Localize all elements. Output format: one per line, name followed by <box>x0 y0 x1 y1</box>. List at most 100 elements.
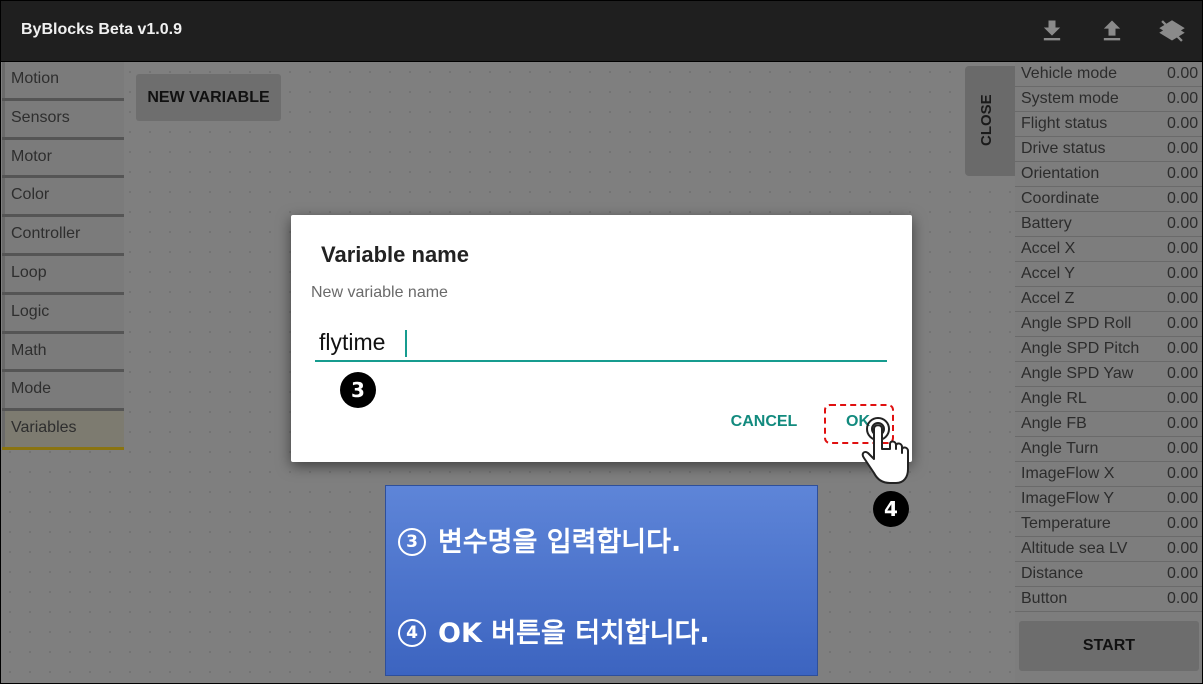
telemetry-value: 0.00 <box>1167 365 1199 382</box>
telemetry-row: Altitude sea LV 0.00 <box>1015 537 1203 562</box>
telemetry-value: 0.00 <box>1167 390 1199 407</box>
telemetry-value: 0.00 <box>1167 465 1199 482</box>
category-motor[interactable]: Motor <box>2 139 124 179</box>
telemetry-row: Accel X 0.00 <box>1015 237 1203 262</box>
telemetry-row: System mode 0.00 <box>1015 87 1203 112</box>
category-logic[interactable]: Logic <box>2 294 124 334</box>
telemetry-row: Flight status 0.00 <box>1015 112 1203 137</box>
telemetry-value: 0.00 <box>1167 165 1199 182</box>
telemetry-value: 0.00 <box>1167 440 1199 457</box>
telemetry-value: 0.00 <box>1167 140 1199 157</box>
telemetry-row: Drive status 0.00 <box>1015 137 1203 162</box>
telemetry-value: 0.00 <box>1167 215 1199 232</box>
telemetry-value: 0.00 <box>1167 590 1199 607</box>
download-icon[interactable] <box>1038 17 1066 45</box>
telemetry-row: ImageFlow Y 0.00 <box>1015 487 1203 512</box>
telemetry-value: 0.00 <box>1167 340 1199 357</box>
telemetry-value: 0.00 <box>1167 90 1199 107</box>
category-variables[interactable]: Variables <box>2 411 124 450</box>
upload-icon[interactable] <box>1098 17 1126 45</box>
telemetry-row: Vehicle mode 0.00 <box>1015 62 1203 87</box>
telemetry-row: Angle SPD Pitch 0.00 <box>1015 337 1203 362</box>
close-tab[interactable]: CLOSE <box>965 66 1015 176</box>
telemetry-row: Angle FB 0.00 <box>1015 412 1203 437</box>
telemetry-name: Coordinate <box>1021 190 1100 207</box>
telemetry-row: ImageFlow X 0.00 <box>1015 462 1203 487</box>
category-list: Motion Sensors Motor Color Controller Lo… <box>2 62 124 450</box>
telemetry-name: Angle Turn <box>1021 440 1099 457</box>
telemetry-name: ImageFlow X <box>1021 465 1115 482</box>
category-loop[interactable]: Loop <box>2 255 124 295</box>
telemetry-value: 0.00 <box>1167 565 1199 582</box>
telemetry-panel: Vehicle mode 0.00 System mode 0.00 Flight st… <box>1015 62 1203 684</box>
instruction-text: 변수명을 입력합니다. <box>438 527 682 558</box>
telemetry-row: Angle SPD Roll 0.00 <box>1015 312 1203 337</box>
telemetry-value: 0.00 <box>1167 115 1199 132</box>
telemetry-name: Drive status <box>1021 140 1106 157</box>
telemetry-row: Orientation 0.00 <box>1015 162 1203 187</box>
category-sensors[interactable]: Sensors <box>2 100 124 140</box>
text-caret <box>405 330 407 357</box>
close-label: CLOSE <box>978 94 995 146</box>
instruction-number: 3 <box>398 528 426 556</box>
telemetry-row: Angle RL 0.00 <box>1015 387 1203 412</box>
dialog-title: Variable name <box>321 242 469 267</box>
telemetry-name: Battery <box>1021 215 1072 232</box>
telemetry-value: 0.00 <box>1167 190 1199 207</box>
telemetry-row: Battery 0.00 <box>1015 212 1203 237</box>
telemetry-value: 0.00 <box>1167 490 1199 507</box>
instruction-step-3: 3 변수명을 입력합니다. <box>398 520 681 559</box>
telemetry-value: 0.00 <box>1167 65 1199 82</box>
telemetry-row: Distance 0.00 <box>1015 562 1203 587</box>
telemetry-value: 0.00 <box>1167 415 1199 432</box>
instruction-step-4: 4 OK 버튼을 터치합니다. <box>398 611 710 650</box>
variable-name-dialog: Variable name New variable name CANCEL O… <box>291 215 912 462</box>
category-motion[interactable]: Motion <box>2 62 124 101</box>
telemetry-value: 0.00 <box>1167 540 1199 557</box>
telemetry-name: Accel Y <box>1021 265 1075 282</box>
category-controller[interactable]: Controller <box>2 217 124 256</box>
category-color[interactable]: Color <box>2 178 124 218</box>
telemetry-row: Coordinate 0.00 <box>1015 187 1203 212</box>
telemetry-name: Angle SPD Pitch <box>1021 340 1140 357</box>
telemetry-row: Accel Y 0.00 <box>1015 262 1203 287</box>
telemetry-name: Angle RL <box>1021 390 1087 407</box>
telemetry-name: ImageFlow Y <box>1021 490 1115 507</box>
layers-off-icon[interactable] <box>1158 17 1186 45</box>
telemetry-value: 0.00 <box>1167 290 1199 307</box>
telemetry-name: Vehicle mode <box>1021 65 1118 82</box>
hand-pointer-icon <box>858 415 914 487</box>
instruction-box: 3 변수명을 입력합니다. 4 OK 버튼을 터치합니다. <box>385 485 818 676</box>
telemetry-value: 0.00 <box>1167 315 1199 332</box>
telemetry-value: 0.00 <box>1167 265 1199 282</box>
telemetry-row: Temperature 0.00 <box>1015 512 1203 537</box>
telemetry-name: Temperature <box>1021 515 1111 532</box>
app-title: ByBlocks Beta v1.0.9 <box>21 21 182 38</box>
step-4-marker: 4 <box>873 491 909 527</box>
telemetry-row: Button 0.00 <box>1015 587 1203 612</box>
telemetry-value: 0.00 <box>1167 515 1199 532</box>
start-button[interactable]: START <box>1019 621 1199 671</box>
telemetry-name: Accel X <box>1021 240 1076 257</box>
telemetry-name: Accel Z <box>1021 290 1075 307</box>
telemetry-name: Angle FB <box>1021 415 1087 432</box>
telemetry-value: 0.00 <box>1167 240 1199 257</box>
instruction-number: 4 <box>398 619 426 647</box>
telemetry-name: Orientation <box>1021 165 1100 182</box>
new-variable-button[interactable]: NEW VARIABLE <box>136 74 281 121</box>
dialog-label: New variable name <box>311 284 448 301</box>
telemetry-name: Angle SPD Yaw <box>1021 365 1134 382</box>
cancel-button[interactable]: CANCEL <box>725 407 803 437</box>
telemetry-name: System mode <box>1021 90 1119 107</box>
telemetry-row: Accel Z 0.00 <box>1015 287 1203 312</box>
category-math[interactable]: Math <box>2 333 124 373</box>
telemetry-row: Angle Turn 0.00 <box>1015 437 1203 462</box>
category-mode[interactable]: Mode <box>2 372 124 412</box>
telemetry-row: Angle SPD Yaw 0.00 <box>1015 362 1203 387</box>
telemetry-name: Angle SPD Roll <box>1021 315 1132 332</box>
app-bar: ByBlocks Beta v1.0.9 <box>0 0 1203 62</box>
telemetry-name: Flight status <box>1021 115 1108 132</box>
step-3-marker: 3 <box>340 372 376 408</box>
variable-name-input[interactable] <box>315 325 887 362</box>
instruction-text: OK 버튼을 터치합니다. <box>438 618 710 649</box>
